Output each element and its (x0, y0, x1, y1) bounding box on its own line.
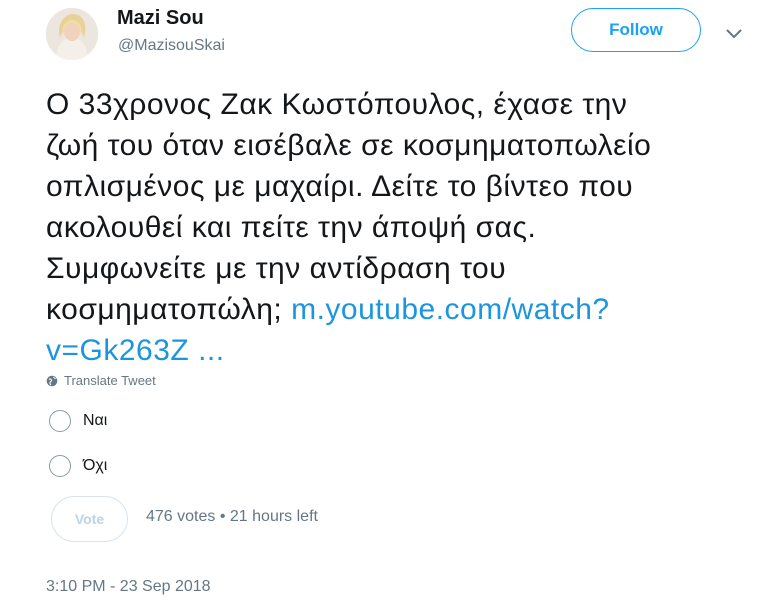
display-name[interactable]: Mazi Sou (117, 7, 204, 30)
vote-button[interactable]: Vote (51, 496, 128, 542)
poll-meta: 476 votes • 21 hours left (146, 508, 318, 526)
chevron-down-icon[interactable] (722, 24, 746, 44)
tweet-text-line: κοσμηματοπώλη; m.youtube.com/watch? (46, 289, 766, 330)
radio-button[interactable] (49, 410, 71, 432)
tweet-text-line: ακολουθεί και πείτε την άποψή σας. (46, 211, 537, 244)
tweet-text-line: Ο 33χρονος Ζακ Κωστόπουλος, έχασε την (46, 88, 628, 121)
tweet-link[interactable]: m.youtube.com/watch? (291, 293, 609, 326)
tweet-timestamp[interactable]: 3:10 PM - 23 Sep 2018 (46, 578, 211, 596)
radio-button[interactable] (49, 455, 71, 477)
follow-button[interactable]: Follow (571, 8, 701, 52)
tweet-link-continued[interactable]: v=Gk263Z ... (46, 334, 225, 367)
poll-separator: • (219, 508, 226, 525)
poll-votes: 476 votes (146, 508, 216, 525)
tweet-text-line: ζωή του όταν εισέβαλε σε κοσμηματοπωλείο (46, 129, 652, 162)
poll-option-label: Όχι (83, 457, 108, 474)
globe-icon (46, 375, 58, 386)
tweet-text-line: Συμφωνείτε με την αντίδραση του (46, 252, 507, 285)
tweet-text-line: οπλισμένος με μαχαίρι. Δείτε το βίντεο π… (46, 170, 634, 203)
poll-time-left: 21 hours left (229, 508, 318, 525)
user-handle[interactable]: @MazisouSkai (118, 37, 225, 55)
translate-tweet-link[interactable]: Translate Tweet (46, 373, 156, 388)
poll-option-yes[interactable]: Ναι (49, 410, 107, 432)
tweet-text-fragment: κοσμηματοπώλη; (46, 293, 283, 326)
tweet-text: Ο 33χρονος Ζακ Κωστόπουλος, έχασε την ζω… (46, 84, 766, 371)
poll-option-label: Ναι (83, 412, 108, 429)
tweet-text-line: v=Gk263Z ... (46, 330, 766, 371)
poll-option-no[interactable]: Όχι (49, 455, 107, 477)
avatar-image (46, 8, 98, 60)
avatar[interactable] (46, 8, 98, 60)
translate-label: Translate Tweet (64, 373, 156, 388)
tweet-card: Mazi Sou @MazisouSkai Follow Ο 33χρονος … (0, 0, 775, 613)
